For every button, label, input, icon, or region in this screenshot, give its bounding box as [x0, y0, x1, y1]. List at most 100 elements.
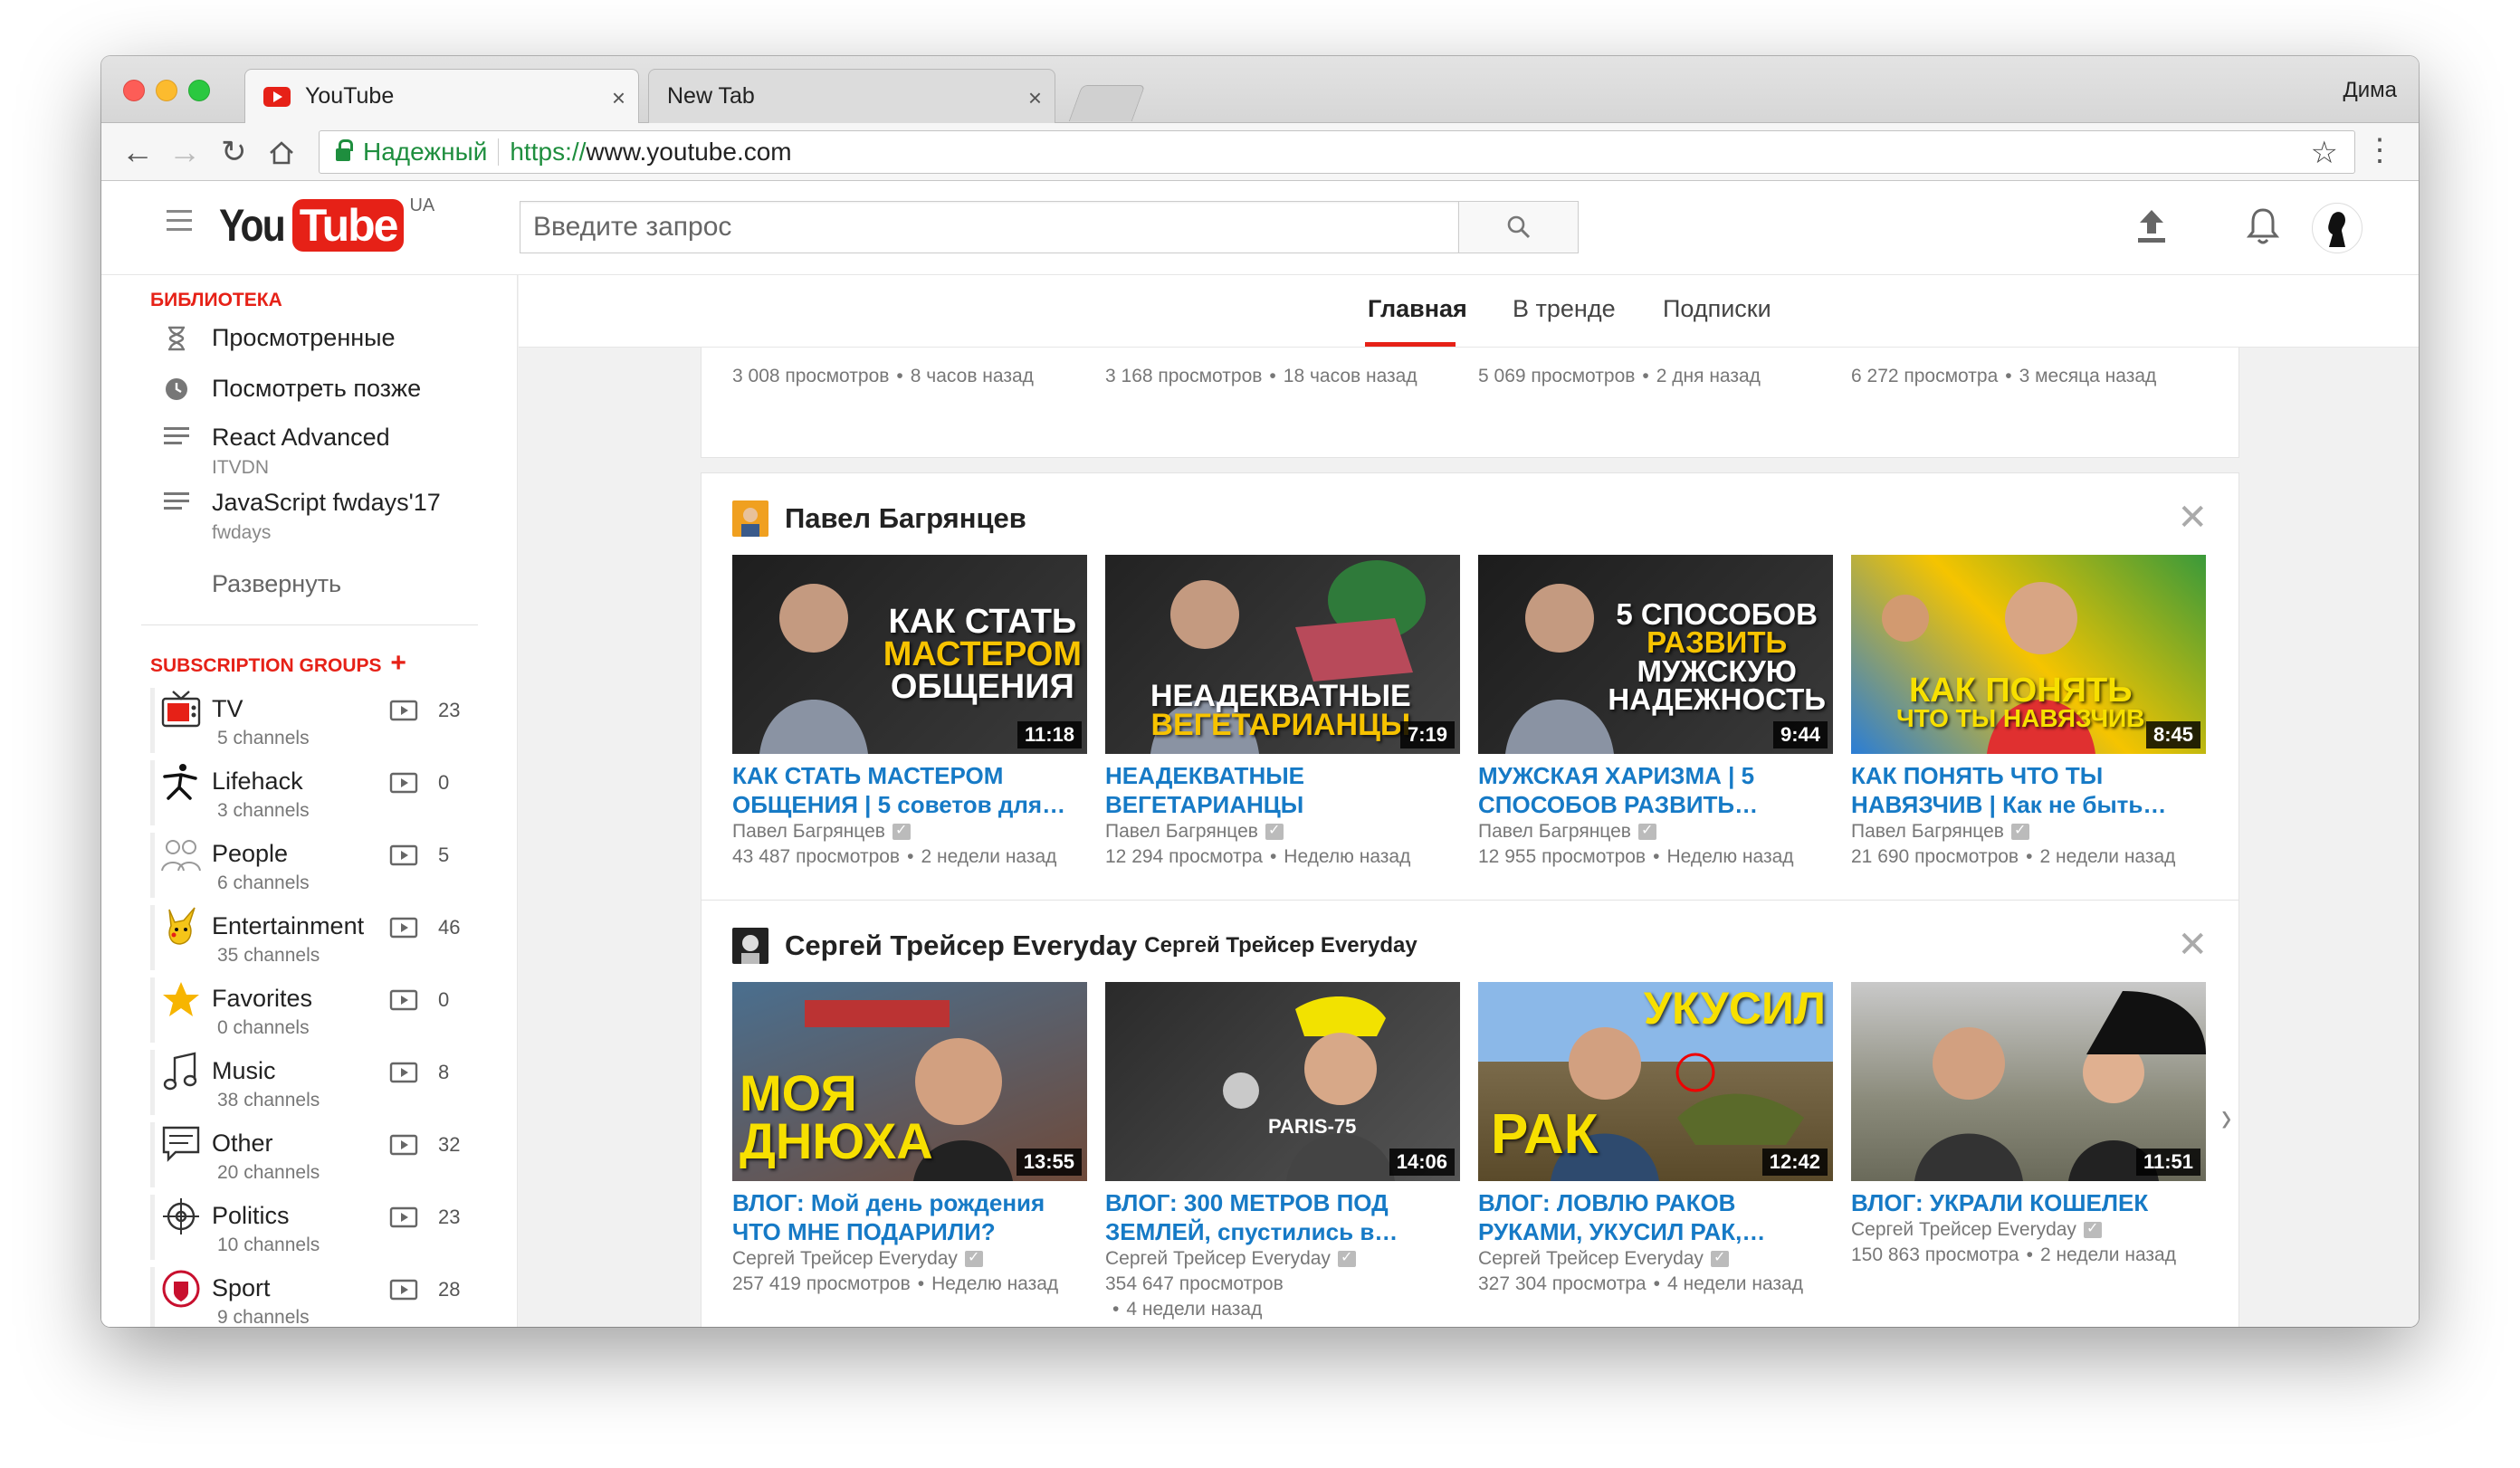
- shelf-next-arrow-icon[interactable]: ›: [2221, 1093, 2231, 1143]
- video-card[interactable]: УКУСИЛ РАК 12:42 ВЛОГ: ЛОВЛЮ РАКОВ РУКАМ…: [1478, 982, 1833, 1295]
- minimize-window-button[interactable]: [156, 80, 177, 101]
- star-icon: [159, 977, 203, 1021]
- guide-menu-icon[interactable]: [167, 210, 192, 237]
- library-item-history[interactable]: Просмотренные: [163, 324, 396, 352]
- search-input[interactable]: [520, 202, 1458, 253]
- play-queue-icon[interactable]: [389, 1278, 418, 1301]
- video-thumbnail[interactable]: 11:51: [1851, 982, 2206, 1181]
- search-button[interactable]: [1458, 202, 1578, 253]
- play-queue-icon[interactable]: [389, 1206, 418, 1229]
- account-avatar[interactable]: [2312, 203, 2362, 253]
- video-thumbnail[interactable]: УКУСИЛ РАК 12:42: [1478, 982, 1833, 1181]
- profile-name[interactable]: Дима: [2343, 78, 2397, 103]
- group-row-sport[interactable]: Sport 9 channels 28: [150, 1267, 494, 1327]
- library-item-watch-later[interactable]: Посмотреть позже: [163, 375, 421, 403]
- new-tab-button[interactable]: [1068, 85, 1146, 121]
- notifications-bell-icon[interactable]: [2246, 206, 2280, 251]
- video-title[interactable]: ВЛОГ: ЛОВЛЮ РАКОВ РУКАМИ, УКУСИЛ РАК,…: [1478, 1188, 1833, 1246]
- play-queue-icon[interactable]: [389, 1133, 418, 1157]
- people-icon: [159, 833, 203, 876]
- video-card[interactable]: МОЯ ДНЮХА 13:55 ВЛОГ: Мой день рождения …: [732, 982, 1087, 1295]
- shelf-title[interactable]: Павел Багрянцев: [785, 502, 1026, 535]
- add-group-icon[interactable]: +: [390, 648, 406, 678]
- close-tab-icon[interactable]: ×: [1028, 84, 1042, 112]
- back-arrow-icon[interactable]: ←: [121, 134, 154, 170]
- group-row-people[interactable]: People 6 channels 5: [150, 833, 494, 905]
- video-thumbnail[interactable]: 5 СПОСОБОВ РАЗВИТЬ МУЖСКУЮ НАДЕЖНОСТЬ 9:…: [1478, 555, 1833, 754]
- play-queue-icon[interactable]: [389, 988, 418, 1012]
- video-stats: 150 863 просмотра • 2 недели назад: [1851, 1244, 2176, 1265]
- play-queue-icon[interactable]: [389, 844, 418, 867]
- shelf-header[interactable]: Павел Багрянцев: [732, 500, 1026, 537]
- video-title[interactable]: НЕАДЕКВАТНЫЕ ВЕГЕТАРИАНЦЫ: [1105, 761, 1460, 819]
- group-count: 8: [438, 1061, 450, 1083]
- video-channel[interactable]: Павел Багрянцев: [732, 821, 1087, 843]
- shelf-header[interactable]: Сергей Трейсер Everyday Сергей Трейсер E…: [732, 928, 1418, 964]
- video-thumbnail[interactable]: НЕАДЕКВАТНЫЕ ВЕГЕТАРИАНЦЫ 7:19: [1105, 555, 1460, 754]
- video-title[interactable]: ВЛОГ: 300 МЕТРОВ ПОД ЗЕМЛЕЙ, спустились …: [1105, 1188, 1460, 1246]
- close-tab-icon[interactable]: ×: [612, 84, 625, 112]
- play-queue-icon[interactable]: [389, 771, 418, 795]
- group-row-entertainment[interactable]: Entertainment 35 channels 46: [150, 905, 494, 977]
- tab-youtube[interactable]: YouTube ×: [244, 69, 639, 123]
- group-count: 28: [438, 1278, 461, 1301]
- play-queue-icon[interactable]: [389, 1061, 418, 1084]
- close-window-button[interactable]: [123, 80, 145, 101]
- home-icon[interactable]: [268, 134, 295, 174]
- video-card[interactable]: НЕАДЕКВАТНЫЕ ВЕГЕТАРИАНЦЫ 7:19 НЕАДЕКВАТ…: [1105, 555, 1460, 868]
- video-title[interactable]: КАК СТАТЬ МАСТЕРОМ ОБЩЕНИЯ | 5 советов д…: [732, 761, 1087, 819]
- video-title[interactable]: ВЛОГ: Мой день рождения ЧТО МНЕ ПОДАРИЛИ…: [732, 1188, 1087, 1246]
- browser-menu-icon[interactable]: ⋮: [2364, 132, 2395, 168]
- video-card[interactable]: PARIS-75 14:06 ВЛОГ: 300 МЕТРОВ ПОД ЗЕМЛ…: [1105, 982, 1460, 1320]
- video-channel[interactable]: Сергей Трейсер Everyday: [732, 1248, 1087, 1270]
- forward-arrow-icon[interactable]: →: [168, 134, 201, 170]
- tab-subscriptions[interactable]: Подписки: [1663, 295, 1771, 323]
- expand-library-link[interactable]: Развернуть: [212, 570, 341, 598]
- library-item-playlist[interactable]: JavaScript fwdays'17 fwdays: [163, 489, 441, 544]
- shelf-title[interactable]: Сергей Трейсер Everyday: [785, 929, 1137, 962]
- address-bar[interactable]: Надежный https:// www.youtube.com ☆: [319, 130, 2355, 174]
- video-channel[interactable]: Павел Багрянцев: [1478, 821, 1833, 843]
- channel-name: Павел Багрянцев: [1105, 821, 1258, 842]
- video-card[interactable]: 5 СПОСОБОВ РАЗВИТЬ МУЖСКУЮ НАДЕЖНОСТЬ 9:…: [1478, 555, 1833, 868]
- youtube-logo[interactable]: You Tube UA: [219, 195, 434, 252]
- group-row-lifehack[interactable]: Lifehack 3 channels 0: [150, 760, 494, 833]
- group-row-favorites[interactable]: Favorites 0 channels 0: [150, 977, 494, 1050]
- play-queue-icon[interactable]: [389, 916, 418, 939]
- tab-home[interactable]: Главная: [1368, 295, 1467, 323]
- video-title[interactable]: МУЖСКАЯ ХАРИЗМА | 5 СПОСОБОВ РАЗВИТЬ…: [1478, 761, 1833, 819]
- video-channel[interactable]: Сергей Трейсер Everyday: [1105, 1248, 1460, 1270]
- sidebar-divider: [141, 624, 478, 625]
- group-row-music[interactable]: Music 38 channels 8: [150, 1050, 494, 1122]
- video-channel[interactable]: Сергей Трейсер Everyday: [1851, 1219, 2206, 1241]
- library-item-playlist[interactable]: React Advanced ITVDN: [163, 424, 390, 479]
- video-channel[interactable]: Сергей Трейсер Everyday: [1478, 1248, 1833, 1270]
- tab-new-tab[interactable]: New Tab ×: [648, 69, 1055, 123]
- video-stats: 257 419 просмотров • Неделю назад: [732, 1273, 1059, 1294]
- video-title[interactable]: КАК ПОНЯТЬ ЧТО ТЫ НАВЯЗЧИВ | Как не быть…: [1851, 761, 2206, 819]
- video-channel[interactable]: Павел Багрянцев: [1105, 821, 1460, 843]
- play-queue-icon[interactable]: [389, 699, 418, 722]
- video-card[interactable]: 11:51 ВЛОГ: УКРАЛИ КОШЕЛЕК Сергей Трейсе…: [1851, 982, 2206, 1266]
- video-title[interactable]: ВЛОГ: УКРАЛИ КОШЕЛЕК: [1851, 1188, 2206, 1217]
- video-card[interactable]: КАК ПОНЯТЬ ЧТО ТЫ НАВЯЗЧИВ 8:45 КАК ПОНЯ…: [1851, 555, 2206, 868]
- tab-trending[interactable]: В тренде: [1513, 295, 1616, 323]
- thumbnail-line: КАК ПОНЯТЬ: [1908, 672, 2133, 710]
- video-age: Неделю назад: [1284, 846, 1411, 867]
- group-row-politics[interactable]: Politics 10 channels 23: [150, 1195, 494, 1267]
- video-thumbnail[interactable]: КАК ПОНЯТЬ ЧТО ТЫ НАВЯЗЧИВ 8:45: [1851, 555, 2206, 754]
- video-channel[interactable]: Павел Багрянцев: [1851, 821, 2206, 843]
- thumbnail-line: PARIS-75: [1268, 1115, 1357, 1138]
- video-thumbnail[interactable]: КАК СТАТЬ МАСТЕРОМ ОБЩЕНИЯ 11:18: [732, 555, 1087, 754]
- video-thumbnail[interactable]: PARIS-75 14:06: [1105, 982, 1460, 1181]
- reload-icon[interactable]: ↻: [221, 134, 247, 170]
- dismiss-shelf-icon[interactable]: ✕: [2177, 924, 2208, 966]
- dismiss-shelf-icon[interactable]: ✕: [2177, 497, 2208, 539]
- zoom-window-button[interactable]: [188, 80, 210, 101]
- upload-icon[interactable]: [2136, 208, 2167, 249]
- video-card[interactable]: КАК СТАТЬ МАСТЕРОМ ОБЩЕНИЯ 11:18 КАК СТА…: [732, 555, 1087, 868]
- group-row-tv[interactable]: TV 5 channels 23: [150, 688, 494, 760]
- bookmark-star-icon[interactable]: ☆: [2311, 135, 2338, 171]
- group-row-other[interactable]: Other 20 channels 32: [150, 1122, 494, 1195]
- video-thumbnail[interactable]: МОЯ ДНЮХА 13:55: [732, 982, 1087, 1181]
